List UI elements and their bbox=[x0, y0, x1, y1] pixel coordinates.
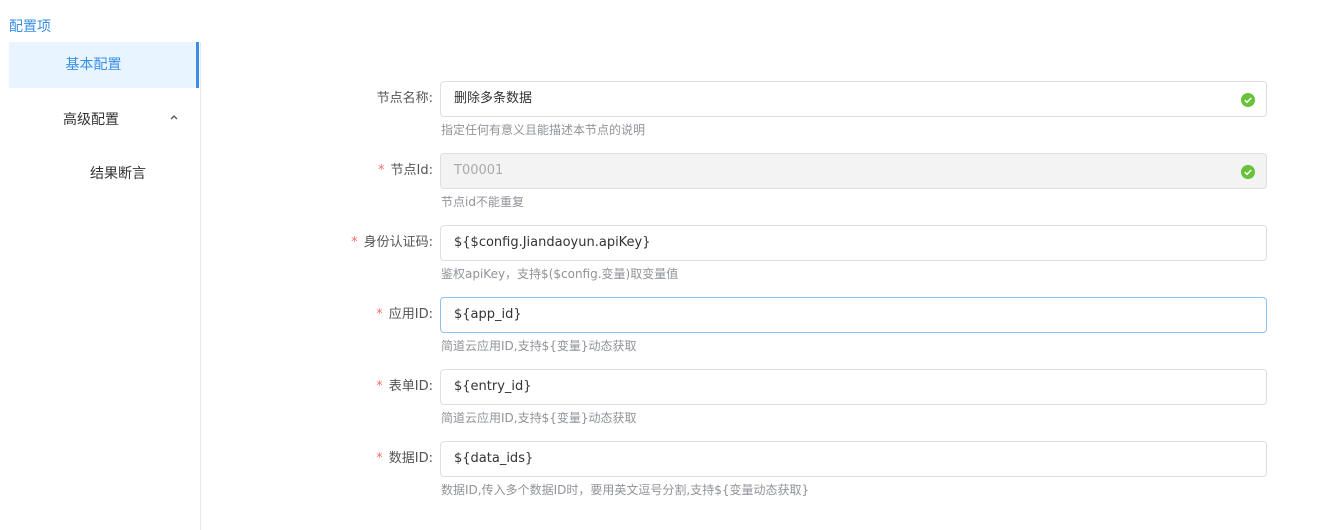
node-id-label-text: 节点Id: bbox=[390, 163, 433, 178]
form-row-app-id: * 应用ID: ${app_id} 简道云应用ID,支持${变量}动态获取 bbox=[0, 297, 1338, 353]
auth-code-hint: 鉴权apiKey，支持$($config.变量)取变量值 bbox=[441, 267, 679, 281]
entry-id-hint: 简道云应用ID,支持${变量}动态获取 bbox=[441, 411, 637, 425]
required-mark: * bbox=[378, 163, 385, 178]
app-id-input[interactable]: ${app_id} bbox=[440, 297, 1267, 333]
data-ids-hint: 数据ID,传入多个数据ID时，要用英文逗号分割,支持${变量动态获取} bbox=[441, 483, 810, 497]
auth-code-label: * 身份认证码: bbox=[351, 233, 433, 253]
form-row-node-name: 节点名称: 删除多条数据 指定任何有意义且能描述本节点的说明 bbox=[0, 81, 1338, 137]
sidebar-item-label: 基本配置 bbox=[65, 57, 122, 73]
form-row-entry-id: * 表单ID: ${entry_id} 简道云应用ID,支持${变量}动态获取 bbox=[0, 369, 1338, 425]
node-name-input[interactable]: 删除多条数据 bbox=[440, 81, 1267, 117]
config-section-title: 配置项 bbox=[9, 19, 51, 35]
node-id-value: T00001 bbox=[454, 163, 504, 178]
node-name-value: 删除多条数据 bbox=[454, 91, 533, 106]
node-id-hint: 节点id不能重复 bbox=[441, 195, 524, 209]
app-id-value: ${app_id} bbox=[454, 307, 522, 322]
data-ids-label-text: 数据ID: bbox=[388, 451, 433, 466]
form-row-node-id: * 节点Id: T00001 节点id不能重复 bbox=[0, 153, 1338, 209]
auth-code-value: ${$config.Jiandaoyun.apiKey} bbox=[454, 235, 651, 250]
app-id-label-text: 应用ID: bbox=[388, 307, 433, 322]
required-mark: * bbox=[351, 235, 358, 250]
form-row-auth-code: * 身份认证码: ${$config.Jiandaoyun.apiKey} 鉴权a… bbox=[0, 225, 1338, 281]
app-id-hint: 简道云应用ID,支持${变量}动态获取 bbox=[441, 339, 637, 353]
check-circle-icon bbox=[1241, 93, 1255, 107]
entry-id-label: * 表单ID: bbox=[376, 377, 433, 397]
auth-code-label-text: 身份认证码: bbox=[363, 235, 433, 250]
data-ids-label: * 数据ID: bbox=[376, 449, 433, 469]
entry-id-value: ${entry_id} bbox=[454, 379, 532, 394]
node-id-input[interactable]: T00001 bbox=[440, 153, 1267, 189]
required-mark: * bbox=[376, 451, 383, 466]
form-row-data-ids: * 数据ID: ${data_ids} 数据ID,传入多个数据ID时，要用英文逗号… bbox=[0, 441, 1338, 497]
node-name-label: 节点名称: bbox=[376, 91, 433, 106]
auth-code-input[interactable]: ${$config.Jiandaoyun.apiKey} bbox=[440, 225, 1267, 261]
app-id-label: * 应用ID: bbox=[376, 305, 433, 325]
entry-id-label-text: 表单ID: bbox=[388, 379, 433, 394]
required-mark: * bbox=[376, 379, 383, 394]
data-ids-input[interactable]: ${data_ids} bbox=[440, 441, 1267, 477]
required-mark: * bbox=[376, 307, 383, 322]
node-name-hint: 指定任何有意义且能描述本节点的说明 bbox=[441, 123, 646, 137]
node-id-label: * 节点Id: bbox=[378, 161, 433, 181]
data-ids-value: ${data_ids} bbox=[454, 451, 534, 466]
entry-id-input[interactable]: ${entry_id} bbox=[440, 369, 1267, 405]
check-circle-icon bbox=[1241, 165, 1255, 179]
